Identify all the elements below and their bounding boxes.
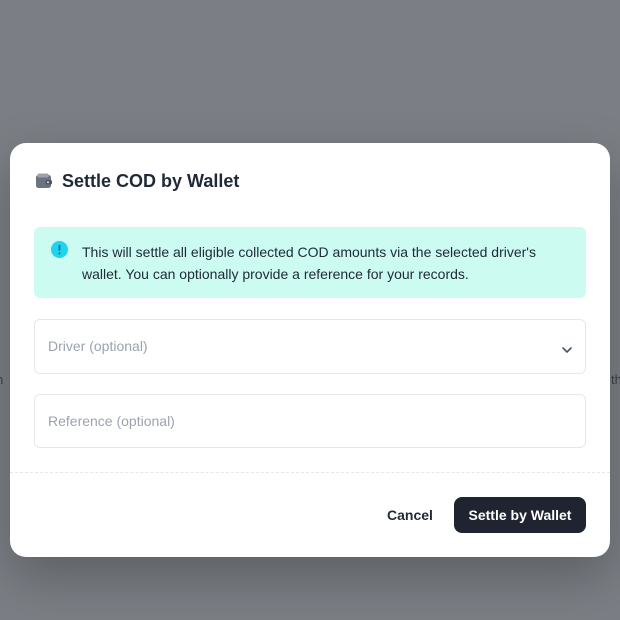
settle-cod-dialog: Settle COD by Wallet This will settle al… xyxy=(10,143,610,557)
info-message: This will settle all eligible collected … xyxy=(82,244,536,282)
settle-by-wallet-button[interactable]: Settle by Wallet xyxy=(454,497,586,533)
reference-input[interactable] xyxy=(34,394,586,448)
dialog-title: Settle COD by Wallet xyxy=(62,170,240,191)
background-text-fragment: th xyxy=(611,372,620,387)
info-circle-icon xyxy=(51,241,68,258)
dialog-header: Settle COD by Wallet xyxy=(35,169,239,193)
background-text-fragment: n xyxy=(0,372,3,387)
cancel-button[interactable]: Cancel xyxy=(376,497,444,533)
dialog-divider xyxy=(10,472,610,473)
driver-select-placeholder: Driver (optional) xyxy=(48,338,148,354)
info-alert: This will settle all eligible collected … xyxy=(34,227,586,298)
wallet-icon xyxy=(35,172,53,190)
chevron-down-icon xyxy=(561,342,573,353)
driver-select[interactable]: Driver (optional) xyxy=(34,319,586,374)
